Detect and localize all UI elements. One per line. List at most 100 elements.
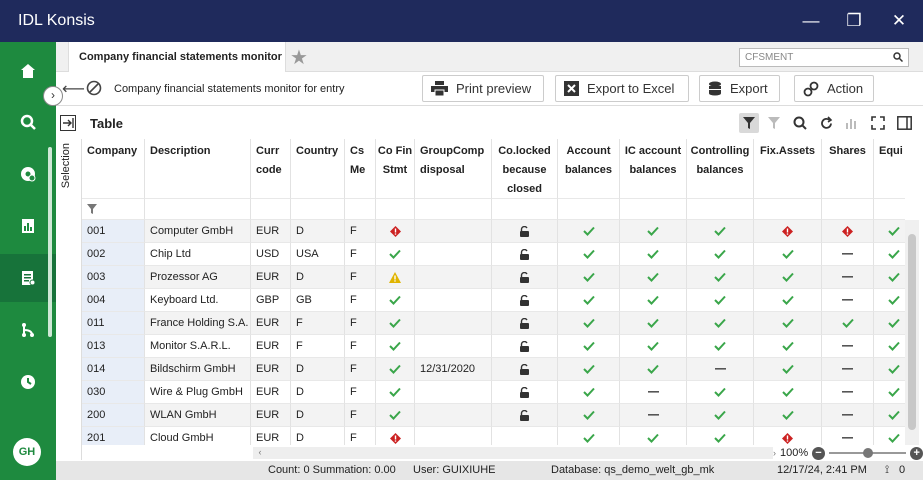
cell-equi[interactable] <box>874 312 905 335</box>
refresh-icon[interactable] <box>816 113 836 133</box>
cell-disposal[interactable] <box>415 312 492 335</box>
zoom-out-button[interactable]: − <box>812 446 825 460</box>
cell-fix[interactable] <box>754 266 822 289</box>
cell-country[interactable]: F <box>291 335 345 358</box>
col-shares[interactable]: Shares <box>822 139 874 199</box>
scroll-left-arrow-icon[interactable]: ‹ <box>253 447 267 459</box>
clear-filter-icon[interactable] <box>764 113 784 133</box>
cell-cofin[interactable] <box>376 243 415 266</box>
chart-icon[interactable] <box>842 113 862 133</box>
filter-cell[interactable] <box>874 199 905 220</box>
cell-company[interactable]: 002 <box>82 243 145 266</box>
action-button[interactable]: Action <box>794 75 874 102</box>
cell-ic[interactable] <box>620 312 687 335</box>
cell-curr[interactable]: EUR <box>251 358 291 381</box>
cell-equi[interactable] <box>874 358 905 381</box>
cell-curr[interactable]: EUR <box>251 404 291 427</box>
cell-acc[interactable] <box>558 266 620 289</box>
cell-ctrl[interactable] <box>687 243 754 266</box>
cell-locked[interactable] <box>492 404 558 427</box>
cell-fix[interactable] <box>754 358 822 381</box>
cell-csme[interactable]: F <box>345 266 376 289</box>
cell-acc[interactable] <box>558 381 620 404</box>
cell-fix[interactable] <box>754 381 822 404</box>
cell-cofin[interactable] <box>376 312 415 335</box>
cell-fix[interactable] <box>754 289 822 312</box>
table-row[interactable]: 001 Computer GmbH EUR D F <box>82 220 905 243</box>
cell-country[interactable]: D <box>291 358 345 381</box>
cell-disposal[interactable] <box>415 404 492 427</box>
cell-acc[interactable] <box>558 289 620 312</box>
cell-disposal[interactable]: 12/31/2020 <box>415 358 492 381</box>
cell-csme[interactable]: F <box>345 220 376 243</box>
feed-icon[interactable]: ⟟ <box>885 464 889 477</box>
cell-company[interactable]: 001 <box>82 220 145 243</box>
back-arrow-icon[interactable]: ⟵ <box>62 79 85 99</box>
cell-csme[interactable]: F <box>345 243 376 266</box>
cell-fix[interactable] <box>754 312 822 335</box>
cell-acc[interactable] <box>558 427 620 445</box>
table-row[interactable]: 200 WLAN GmbH EUR D F <box>82 404 905 427</box>
cell-fix[interactable] <box>754 427 822 445</box>
export-excel-button[interactable]: Export to Excel <box>555 75 689 102</box>
cell-cofin[interactable] <box>376 266 415 289</box>
filter-cell[interactable] <box>558 199 620 220</box>
table-row[interactable]: 011 France Holding S.A. EUR F F <box>82 312 905 335</box>
cell-disposal[interactable] <box>415 381 492 404</box>
cell-equi[interactable] <box>874 427 905 445</box>
table-row[interactable]: 002 Chip Ltd USD USA F <box>82 243 905 266</box>
cell-cofin[interactable] <box>376 335 415 358</box>
cell-curr[interactable]: EUR <box>251 427 291 445</box>
cell-country[interactable]: D <box>291 220 345 243</box>
zoom-in-button[interactable]: + <box>910 446 923 460</box>
filter-cell-company[interactable] <box>82 199 145 220</box>
cell-country[interactable]: D <box>291 381 345 404</box>
horizontal-scrollbar[interactable] <box>253 447 773 459</box>
cell-country[interactable]: D <box>291 404 345 427</box>
cell-fix[interactable] <box>754 243 822 266</box>
cell-curr[interactable]: USD <box>251 243 291 266</box>
cell-company[interactable]: 200 <box>82 404 145 427</box>
cell-fix[interactable] <box>754 404 822 427</box>
table-row[interactable]: 201 Cloud GmbH EUR D F <box>82 427 905 445</box>
cell-fix[interactable] <box>754 220 822 243</box>
table-row[interactable]: 004 Keyboard Ltd. GBP GB F <box>82 289 905 312</box>
tab-company-fs-monitor[interactable]: Company financial statements monitor for <box>68 42 286 72</box>
filter-cell[interactable] <box>291 199 345 220</box>
filter-cell[interactable] <box>345 199 376 220</box>
filter-cell[interactable] <box>251 199 291 220</box>
cell-ctrl[interactable] <box>687 381 754 404</box>
cell-description[interactable]: Keyboard Ltd. <box>145 289 251 312</box>
cell-locked[interactable] <box>492 427 558 445</box>
cell-shares[interactable] <box>822 266 874 289</box>
col-country[interactable]: Country <box>291 139 345 199</box>
col-controlling-balances[interactable]: Controlling balances <box>687 139 754 199</box>
zoom-arrow-icon[interactable]: › <box>773 448 776 458</box>
cell-company[interactable]: 014 <box>82 358 145 381</box>
search-input[interactable]: CFSMENT <box>739 48 909 67</box>
cell-acc[interactable] <box>558 404 620 427</box>
cell-shares[interactable] <box>822 404 874 427</box>
cell-ctrl[interactable] <box>687 266 754 289</box>
cell-ic[interactable] <box>620 220 687 243</box>
col-curr-code[interactable]: Curr code <box>251 139 291 199</box>
cell-company[interactable]: 201 <box>82 427 145 445</box>
table-row[interactable]: 030 Wire & Plug GmbH EUR D F <box>82 381 905 404</box>
cell-equi[interactable] <box>874 243 905 266</box>
cell-description[interactable]: WLAN GmbH <box>145 404 251 427</box>
cell-locked[interactable] <box>492 381 558 404</box>
cell-ic[interactable] <box>620 243 687 266</box>
cell-cofin[interactable] <box>376 427 415 445</box>
cell-disposal[interactable] <box>415 427 492 445</box>
cell-equi[interactable] <box>874 289 905 312</box>
scrollbar-thumb[interactable] <box>908 234 916 430</box>
table-row[interactable]: 014 Bildschirm GmbH EUR D F 12/31/2020 <box>82 358 905 381</box>
filter-cell[interactable] <box>687 199 754 220</box>
cell-ic[interactable] <box>620 381 687 404</box>
cell-acc[interactable] <box>558 312 620 335</box>
cell-disposal[interactable] <box>415 266 492 289</box>
sidebar-scrollbar[interactable] <box>48 147 52 337</box>
filter-cell[interactable] <box>754 199 822 220</box>
filter-cell[interactable] <box>376 199 415 220</box>
cell-shares[interactable] <box>822 381 874 404</box>
